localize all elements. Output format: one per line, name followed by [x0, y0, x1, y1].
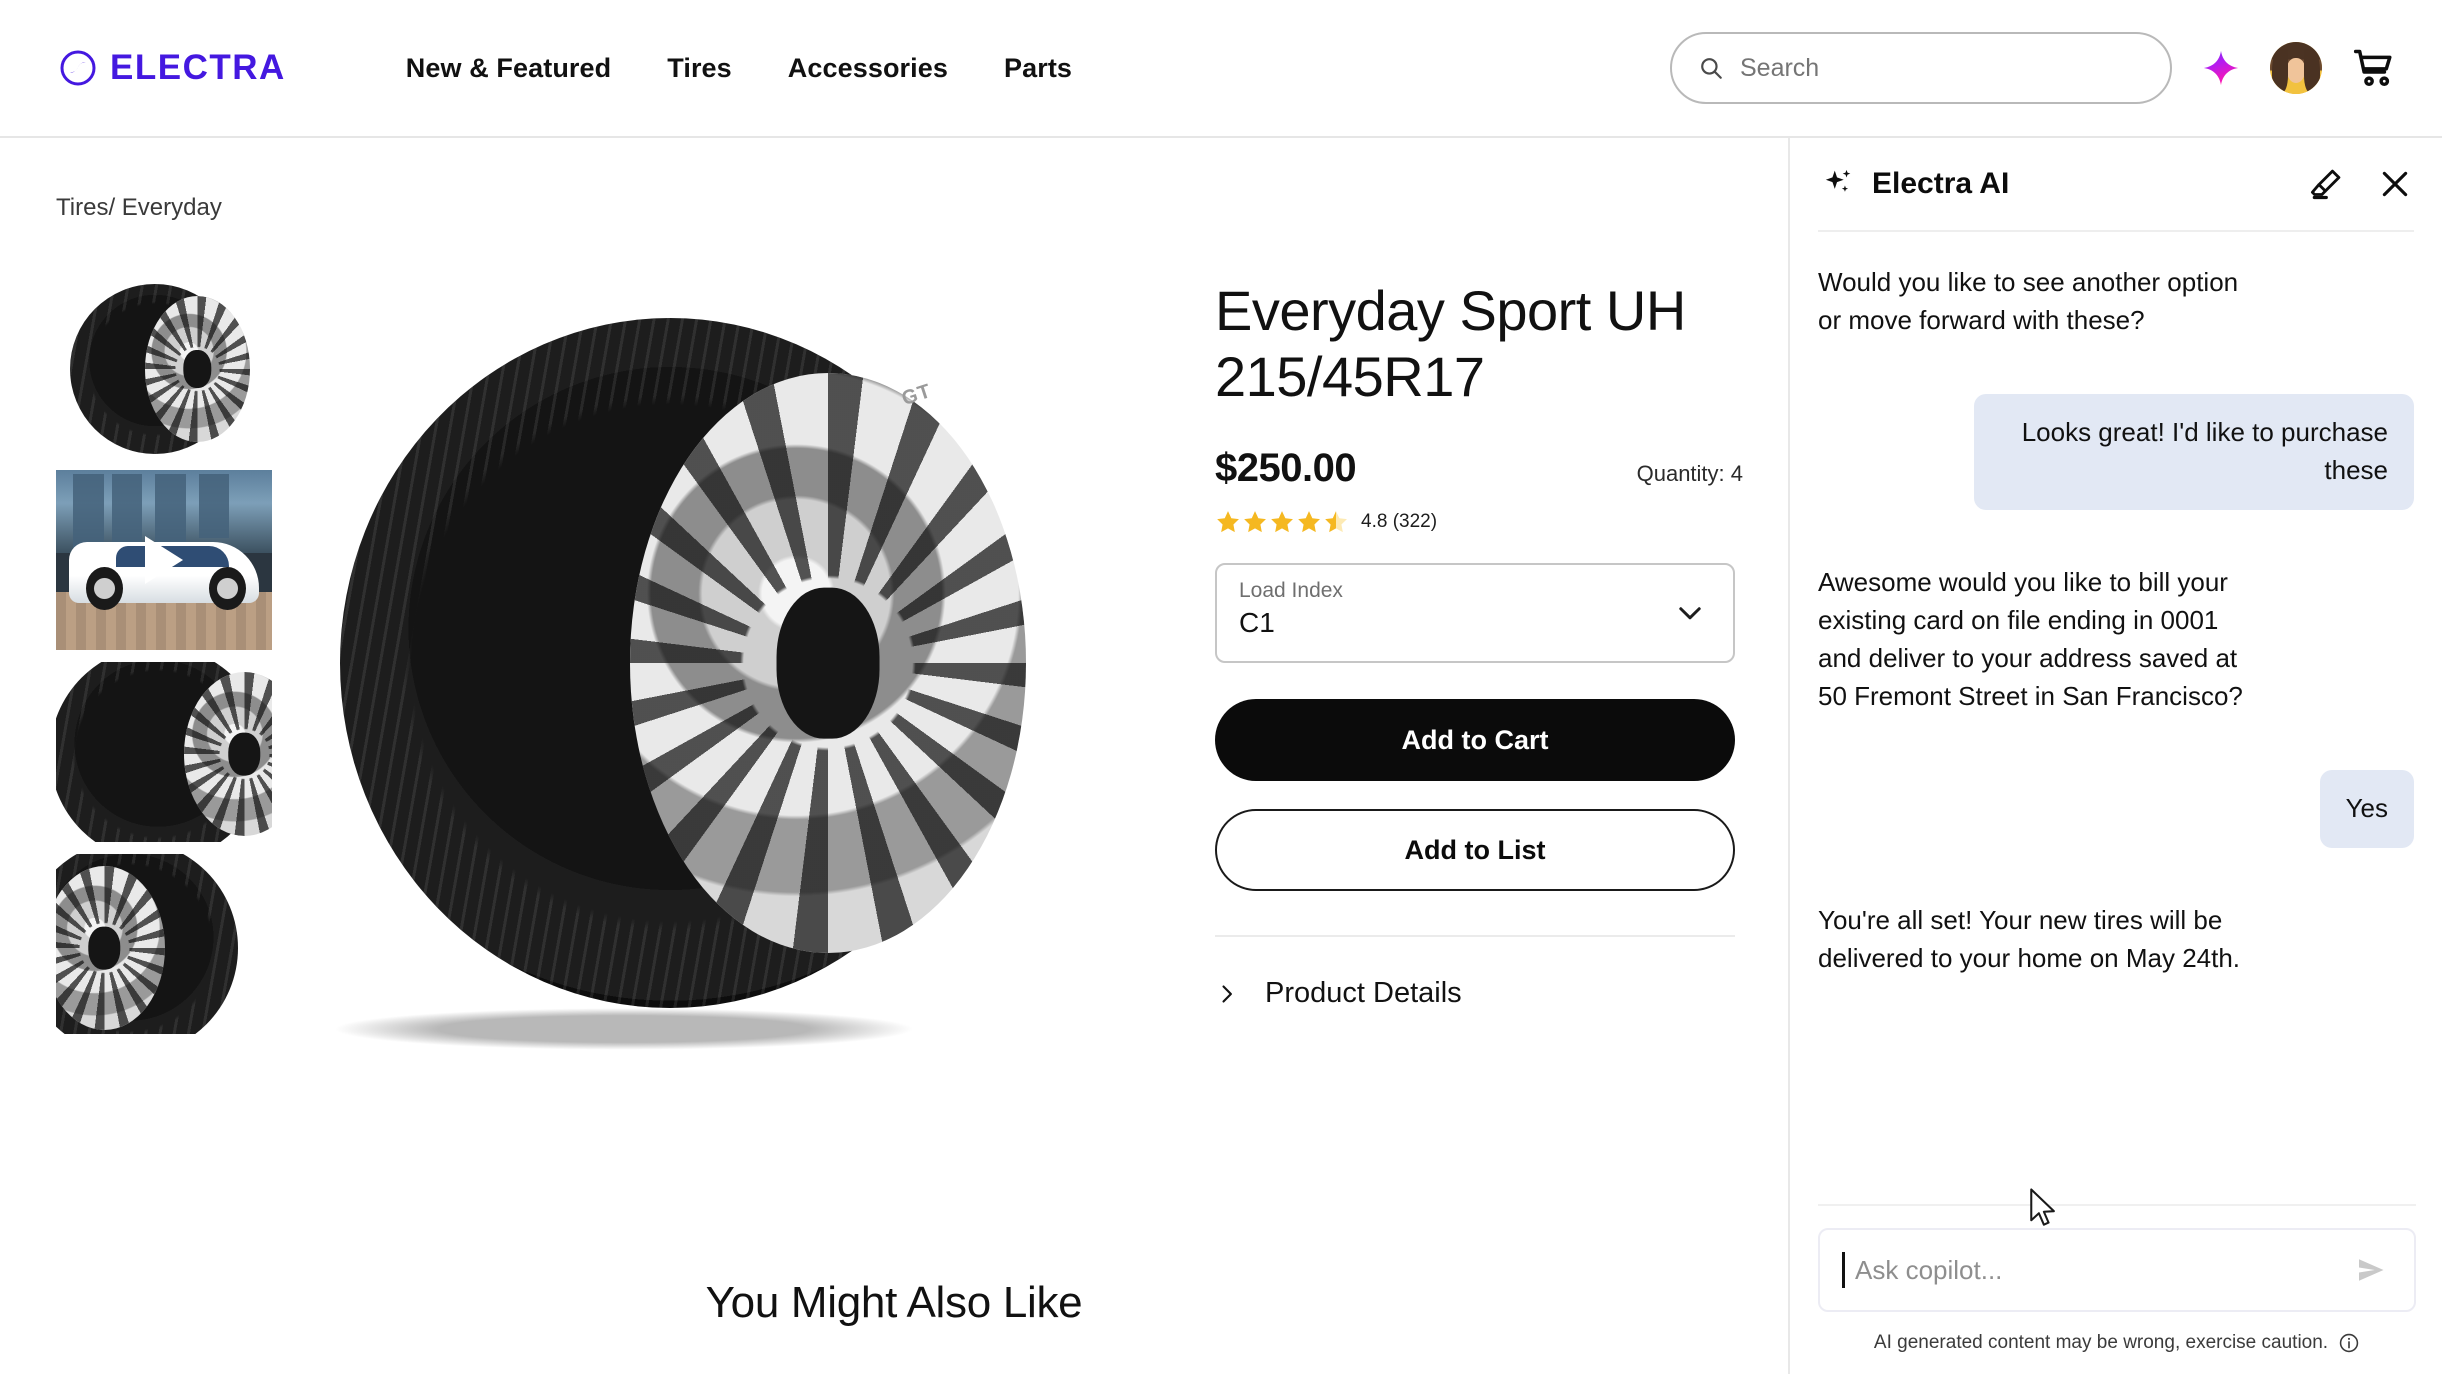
search-icon: [1701, 58, 1722, 79]
electra-ai-panel: Electra AI Would you like to see another…: [1788, 138, 2442, 1374]
quantity-label: Quantity: 4: [1636, 461, 1743, 487]
nav-item-tires[interactable]: Tires: [667, 53, 732, 84]
chat-message-text: Would you like to see another option or …: [1818, 267, 2239, 335]
chat-message-bot: Awesome would you like to bill your exis…: [1818, 564, 2414, 716]
chat-message-list[interactable]: Would you like to see another option or …: [1790, 234, 2442, 1334]
thumbnail-tire-video-preview[interactable]: [56, 470, 272, 650]
product-details-accordion[interactable]: Product Details: [1215, 977, 1743, 1010]
thumbnail-tire-front-view[interactable]: [56, 278, 272, 458]
chat-message-text: You're all set! Your new tires will be d…: [1818, 904, 2241, 973]
also-like-heading: You Might Also Like: [705, 1278, 1083, 1327]
info-icon[interactable]: [2338, 1332, 2360, 1354]
chat-message-bot: You're all set! Your new tires will be d…: [1818, 902, 2414, 978]
electra-circle-logo-icon: [60, 50, 96, 86]
chat-message-bot: Would you like to see another option or …: [1818, 264, 2414, 340]
play-icon: [145, 536, 183, 584]
product-details-label: Product Details: [1265, 977, 1462, 1010]
eraser-icon[interactable]: [2308, 166, 2344, 202]
avatar[interactable]: [2270, 42, 2322, 94]
search-input[interactable]: [1740, 53, 2144, 83]
tire-brand-mark: GT: [899, 379, 935, 411]
load-index-label: Load Index: [1239, 579, 1343, 603]
hero-product-image[interactable]: GT: [300, 308, 1090, 1068]
price-row: $250.00 Quantity: 4: [1215, 446, 1743, 491]
chat-message-user: Looks great! I'd like to purchase these: [1818, 393, 2414, 510]
load-index-select[interactable]: Load Index C1: [1215, 563, 1735, 664]
rating-row: 4.8 (322): [1215, 509, 1743, 535]
load-index-value: C1: [1239, 607, 1275, 639]
main-navigation: New & Featured Tires Accessories Parts: [406, 53, 1072, 84]
composer-divider: [1818, 1204, 2416, 1206]
star-rating: [1215, 509, 1349, 535]
sparkle-icon: [1825, 169, 1851, 192]
ai-header-divider: [1818, 230, 2414, 232]
chat-message-text: Yes: [2319, 769, 2414, 848]
product-price: $250.00: [1215, 446, 1357, 491]
product-content-column: Tires/ Everyday GT Everyday Sport UH 215…: [0, 138, 1788, 1374]
search-box[interactable]: [1670, 32, 2172, 104]
shopping-cart-icon[interactable]: [2352, 46, 2396, 90]
star-half-icon: [1325, 511, 1347, 533]
chat-composer-area: AI generated content may be wrong, exerc…: [1790, 1204, 2442, 1374]
header-actions: [1670, 32, 2396, 104]
thumbnail-tire-tread-closeup[interactable]: [56, 662, 272, 842]
star-full-icon: [1298, 511, 1320, 533]
ai-disclaimer-text: AI generated content may be wrong, exerc…: [1873, 1332, 2329, 1353]
product-info-panel: Everyday Sport UH 215/45R17 $250.00 Quan…: [1215, 278, 1743, 1010]
brand-logo[interactable]: ELECTRA: [58, 48, 286, 88]
send-icon[interactable]: [2352, 1255, 2390, 1285]
add-to-cart-button[interactable]: Add to Cart: [1215, 699, 1735, 782]
nav-item-accessories[interactable]: Accessories: [788, 53, 948, 84]
section-divider: [1215, 935, 1735, 938]
star-full-icon: [1271, 511, 1293, 533]
rating-text: 4.8 (322): [1361, 511, 1438, 533]
site-header: ELECTRA New & Featured Tires Accessories…: [0, 0, 2442, 138]
ai-panel-title: Electra AI: [1872, 167, 2010, 200]
nav-item-new-featured[interactable]: New & Featured: [406, 53, 611, 84]
chevron-right-icon: [1222, 985, 1232, 1003]
ai-panel-header: Electra AI: [1790, 138, 2442, 230]
thumbnail-tire-side-profile[interactable]: [56, 854, 272, 1034]
text-caret: [1842, 1252, 1845, 1288]
star-full-icon: [1244, 511, 1266, 533]
page-title: Everyday Sport UH 215/45R17: [1215, 279, 1686, 409]
chat-message-user: Yes: [1818, 769, 2414, 848]
ai-disclaimer: AI generated content may be wrong, exerc…: [1818, 1332, 2416, 1354]
thumbnail-gallery: [56, 278, 272, 1034]
brand-logo-text: ELECTRA: [110, 48, 286, 87]
chat-message-text: Looks great! I'd like to purchase these: [1974, 393, 2414, 510]
nav-item-parts[interactable]: Parts: [1004, 53, 1072, 84]
add-to-list-button[interactable]: Add to List: [1215, 809, 1735, 892]
chat-message-text: Awesome would you like to bill your exis…: [1818, 566, 2243, 711]
breadcrumb[interactable]: Tires/ Everyday: [56, 194, 222, 222]
star-full-icon: [1217, 511, 1239, 533]
page-body: Tires/ Everyday GT Everyday Sport UH 215…: [0, 138, 2442, 1374]
chevron-down-icon: [1679, 607, 1701, 620]
close-icon[interactable]: [2378, 167, 2412, 201]
ai-sparkle-icon[interactable]: [2202, 49, 2240, 87]
ai-panel-actions: [2308, 166, 2412, 202]
chat-input[interactable]: [1855, 1254, 2342, 1286]
chat-composer[interactable]: [1818, 1228, 2416, 1312]
